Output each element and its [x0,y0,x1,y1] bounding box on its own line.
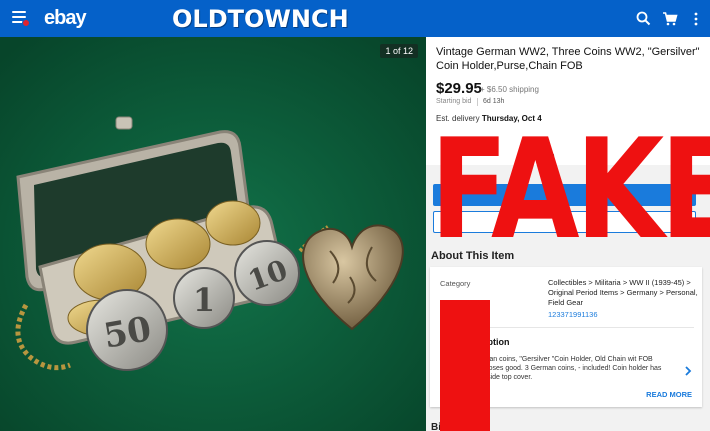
estimated-delivery: Est. delivery Thursday, Oct 4 [436,114,542,123]
listing-summary: Vintage German WW2, Three Coins WW2, "Ge… [426,37,710,165]
more-vert-icon[interactable] [686,9,706,29]
item-details-card: Category Collectibles > Militaria > WW I… [430,267,702,407]
watch-label: W [554,216,562,225]
svg-text:50: 50 [101,309,155,357]
watch-button[interactable] [433,211,696,233]
about-heading: About This Item [431,250,515,262]
seller-name-overlay: OLDTOWNCH [172,5,349,33]
follow-link[interactable]: ollo [542,151,554,160]
time-left: 6d 13h [483,98,505,105]
price: $29.95 [436,80,482,97]
category-label: Category [440,279,471,288]
search-icon[interactable] [634,9,654,29]
app: ebay OLDTOWNCH 50 1 10 1 of 12 Vintage G… [0,0,710,431]
ebay-logo[interactable]: ebay [44,6,87,30]
image-counter: 1 of 12 [380,44,418,58]
category-value: Collectibles > Militaria > WW II (1939-4… [548,278,698,307]
top-bar: ebay OLDTOWNCH [0,0,710,37]
separator [477,98,478,106]
listing-panel: Vintage German WW2, Three Coins WW2, "Ge… [426,37,710,431]
read-more-link[interactable]: READ MORE [646,390,692,399]
chevron-right-icon[interactable] [682,365,694,377]
item-description-text: 3 Original German coins, "Gersilver "Coi… [440,356,662,381]
shipping-cost: + $6.50 shipping [480,85,539,94]
item-number-value[interactable]: 123371991136 [548,310,698,320]
delivery-label: Est. delivery [436,114,480,123]
coin-purse-photo: 50 1 10 [0,37,426,431]
divider [440,327,694,328]
place-bid-label: PLA [550,189,566,198]
notification-dot [22,19,30,27]
item-description-heading: Item description [440,337,510,347]
starting-bid-label: Starting bid [436,98,472,105]
delivery-date: Thursday, Oct 4 [481,114,542,123]
listing-title: Vintage German WW2, Three Coins WW2, "Ge… [436,46,700,72]
product-image[interactable]: 50 1 10 1 of 12 [0,37,426,431]
item-number-label: Item number [440,311,483,320]
cart-icon[interactable] [660,9,680,29]
menu-icon[interactable] [12,10,30,27]
svg-text:1: 1 [193,281,215,319]
bidding-heading: Bidding [431,422,469,431]
